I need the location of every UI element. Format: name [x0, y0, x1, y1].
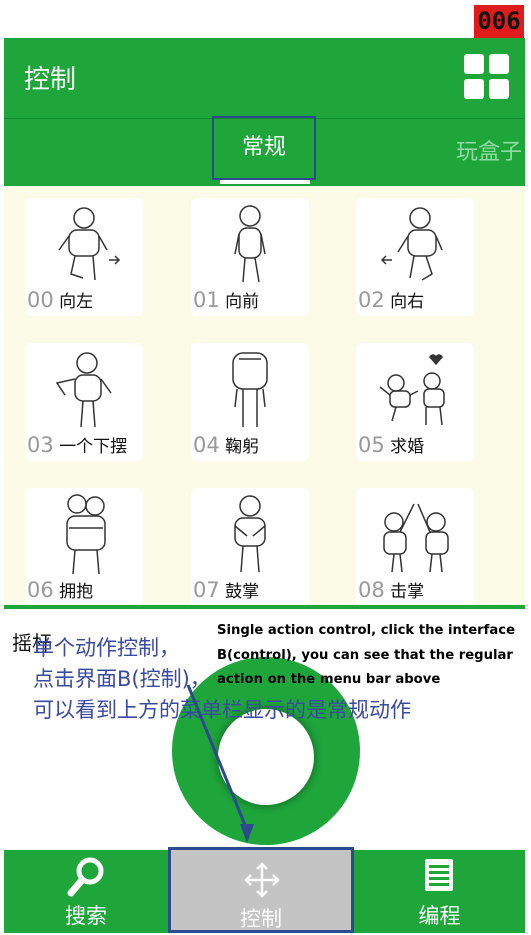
- grid-menu-icon[interactable]: [464, 54, 510, 100]
- joystick-panel: 摇杆 Single action control, click the inte…: [4, 609, 525, 850]
- action-label: 06 拥抱: [27, 578, 94, 602]
- action-card-forward[interactable]: 01 向前: [191, 198, 309, 316]
- search-icon: [67, 857, 104, 897]
- robot-forward-icon: [234, 205, 266, 283]
- nav-search[interactable]: 搜索: [4, 850, 168, 933]
- action-card-hug[interactable]: 06 拥抱: [25, 488, 143, 606]
- nav-control-label: 控制: [240, 907, 282, 931]
- annotation-chinese: 单个动作控制， 点击界面B(控制)， 可以看到上方的菜单栏显示的是常规动作: [33, 636, 411, 722]
- robot-propose-icon: [379, 354, 445, 426]
- tab-play-box[interactable]: 玩盒子: [456, 134, 522, 166]
- action-label: 00 向左: [27, 288, 94, 312]
- page-title: 控制: [24, 65, 77, 95]
- robot-right-icon: [380, 207, 443, 281]
- action-card-right[interactable]: 02 向右: [356, 198, 474, 316]
- robot-left-icon: [58, 207, 121, 281]
- nav-search-label: 搜索: [65, 904, 107, 928]
- robot-highfive-icon: [383, 503, 449, 573]
- robot-clap-icon: [234, 495, 266, 573]
- action-label: 07 鼓掌: [193, 578, 260, 602]
- action-card-clap[interactable]: 07 鼓掌: [191, 488, 309, 606]
- action-card-highfive[interactable]: 08 击掌: [356, 488, 474, 606]
- app-header: 控制 常规 玩盒子: [4, 38, 525, 186]
- screenshot-index-badge: 006: [474, 5, 524, 38]
- list-icon: [425, 859, 453, 891]
- nav-program[interactable]: 编程: [354, 850, 525, 933]
- tab-general[interactable]: 常规: [212, 116, 316, 180]
- action-label: 03 一个下摆: [27, 433, 128, 457]
- action-label: 08 击掌: [358, 578, 425, 602]
- move-icon: [244, 862, 280, 898]
- nav-control[interactable]: 控制: [168, 847, 354, 933]
- action-label: 05 求婚: [358, 433, 425, 457]
- tab-active-indicator: [220, 180, 310, 184]
- robot-swing-icon: [55, 352, 112, 428]
- bottom-nav: 搜索 控制 编程: [4, 847, 525, 933]
- robot-bow-icon: [232, 352, 268, 427]
- app-screen: 控制 常规 玩盒子 00 向左 01 向前 02 向右 03 一个下摆 04 鞠…: [4, 38, 525, 933]
- nav-program-label: 编程: [418, 904, 461, 928]
- action-label: 01 向前: [193, 288, 260, 312]
- action-label: 02 向右: [358, 288, 425, 312]
- action-card-bow[interactable]: 04 鞠躬: [191, 343, 309, 461]
- robot-hug-icon: [66, 494, 106, 575]
- action-card-swing[interactable]: 03 一个下摆: [25, 343, 143, 461]
- action-label: 04 鞠躬: [193, 433, 260, 457]
- action-card-left[interactable]: 00 向左: [25, 198, 143, 316]
- action-card-propose[interactable]: 05 求婚: [356, 343, 474, 461]
